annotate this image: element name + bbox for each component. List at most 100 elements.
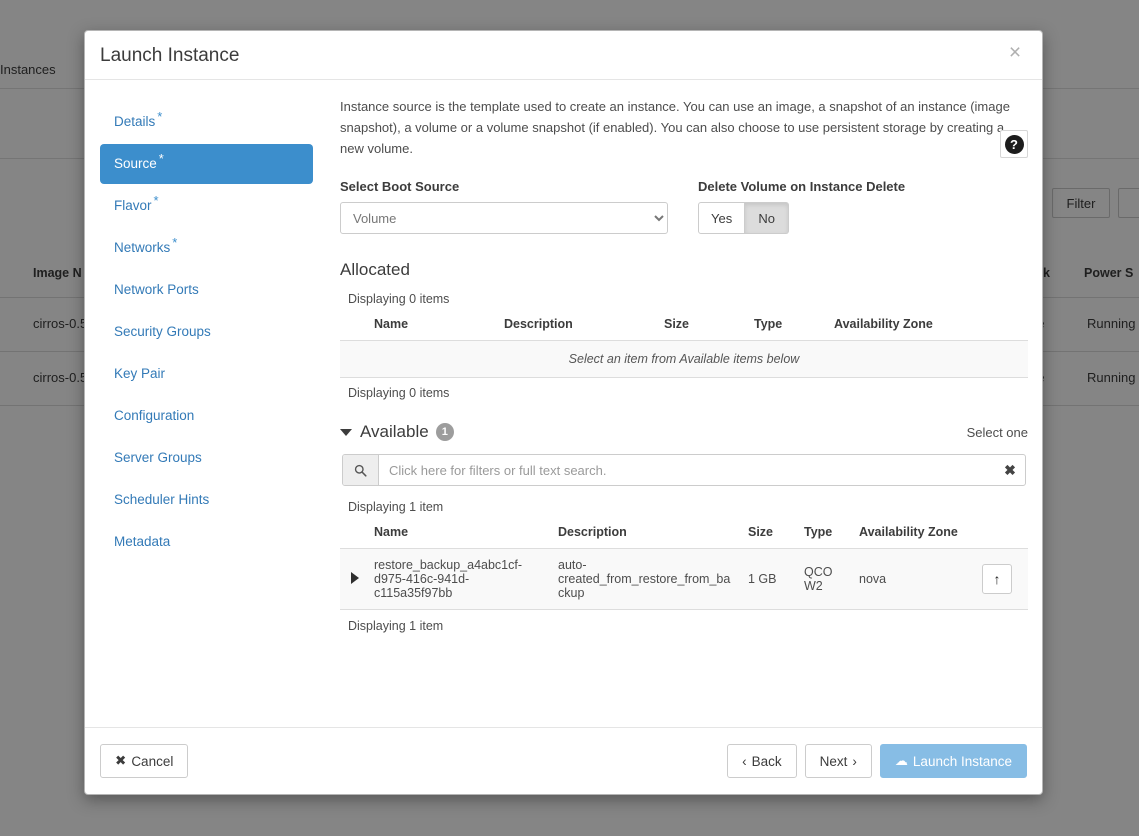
available-toggle[interactable]: Available 1 bbox=[340, 422, 454, 442]
chevron-left-icon: ‹ bbox=[742, 753, 747, 769]
nav-item-key-pair[interactable]: Key Pair bbox=[100, 354, 313, 394]
nav-item-details[interactable]: Details * bbox=[100, 102, 313, 142]
nav-item-label: Scheduler Hints bbox=[114, 492, 210, 507]
modal-body: ? Details * Source * Flavor * Networks * Net… bbox=[85, 80, 1042, 727]
allocated-empty-message: Select an item from Available items belo… bbox=[340, 340, 1028, 378]
available-col-action bbox=[966, 521, 1028, 549]
available-col-size: Size bbox=[748, 525, 774, 539]
allocated-col-spacer bbox=[340, 313, 366, 341]
available-search-bar[interactable]: ✖ bbox=[342, 454, 1026, 486]
nav-item-configuration[interactable]: Configuration bbox=[100, 396, 313, 436]
nav-item-network-ports[interactable]: Network Ports bbox=[100, 270, 313, 310]
cell-action: ↑ bbox=[966, 548, 1028, 610]
allocated-col-size: Size bbox=[664, 317, 690, 331]
close-x-icon: ✖ bbox=[115, 753, 127, 768]
nav-item-scheduler-hints[interactable]: Scheduler Hints bbox=[100, 480, 313, 520]
allocate-item-button[interactable]: ↑ bbox=[982, 564, 1012, 594]
source-description: Instance source is the template used to … bbox=[340, 99, 1010, 156]
search-icon bbox=[343, 455, 379, 485]
source-step-content: Instance source is the template used to … bbox=[340, 96, 1030, 727]
allocated-col-name: Name bbox=[374, 317, 409, 331]
allocated-col-description: Description bbox=[504, 317, 573, 331]
help-button[interactable]: ? bbox=[1000, 130, 1028, 158]
available-table-header-row: Name Description Size Type Availability … bbox=[340, 521, 1028, 549]
available-table: Name Description Size Type Availability … bbox=[340, 521, 1028, 610]
cell-size: 1 GB bbox=[740, 548, 796, 610]
close-icon[interactable]: × bbox=[1004, 42, 1026, 64]
available-count-top: Displaying 1 item bbox=[348, 500, 444, 514]
chevron-down-icon bbox=[340, 428, 352, 436]
nav-item-flavor[interactable]: Flavor * bbox=[100, 186, 313, 226]
delete-volume-toggle: Yes No bbox=[698, 202, 905, 234]
cloud-upload-icon: ☁ bbox=[894, 753, 908, 768]
available-col-availability-zone: Availability Zone bbox=[859, 525, 958, 539]
cell-name: restore_backup_a4abc1cf-d975-416c-941d-c… bbox=[366, 548, 550, 610]
next-button[interactable]: Next › bbox=[804, 744, 872, 778]
nav-item-security-groups[interactable]: Security Groups bbox=[100, 312, 313, 352]
nav-item-label: Server Groups bbox=[114, 450, 202, 465]
nav-item-label: Details bbox=[114, 114, 156, 129]
launch-instance-button-label: Launch Instance bbox=[912, 753, 1012, 769]
nav-item-label: Security Groups bbox=[114, 324, 211, 339]
nav-item-label: Networks bbox=[114, 240, 171, 255]
boot-source-label: Select Boot Source bbox=[340, 179, 460, 194]
help-icon: ? bbox=[1004, 134, 1024, 154]
nav-item-label: Flavor bbox=[114, 198, 152, 213]
chevron-right-icon bbox=[351, 571, 359, 584]
nav-item-label: Network Ports bbox=[114, 282, 199, 297]
nav-item-label: Metadata bbox=[114, 534, 171, 549]
expand-row-button[interactable] bbox=[340, 548, 366, 610]
boot-source-controls: Select Boot Source Volume Delete Volume … bbox=[340, 179, 1030, 234]
nav-item-metadata[interactable]: Metadata bbox=[100, 522, 313, 562]
allocated-table: Name Description Size Type Availability … bbox=[340, 313, 1028, 378]
allocated-count-bottom: Displaying 0 items bbox=[348, 386, 450, 400]
nav-item-label: Key Pair bbox=[114, 366, 166, 381]
nav-item-server-groups[interactable]: Server Groups bbox=[100, 438, 313, 478]
allocated-col-action bbox=[986, 313, 1028, 341]
clear-search-icon[interactable]: ✖ bbox=[995, 455, 1025, 485]
available-section-header: Available 1 Select one bbox=[340, 422, 1028, 442]
boot-source-select[interactable]: Volume bbox=[340, 202, 668, 234]
allocated-count-top: Displaying 0 items bbox=[348, 292, 450, 306]
launch-instance-button[interactable]: ☁ Launch Instance bbox=[879, 744, 1027, 778]
chevron-right-icon: › bbox=[852, 753, 857, 769]
nav-item-networks[interactable]: Networks * bbox=[100, 228, 313, 268]
search-input[interactable] bbox=[379, 455, 995, 485]
available-col-type: Type bbox=[804, 525, 833, 539]
delete-volume-no-button[interactable]: No bbox=[745, 202, 790, 234]
footer-actions: ‹ Back Next › ☁ Launch Instance bbox=[727, 744, 1027, 778]
cancel-button[interactable]: ✖ Cancel bbox=[100, 744, 189, 778]
nav-item-label: Source bbox=[114, 156, 157, 171]
cell-type: QCOW2 bbox=[796, 548, 851, 610]
cancel-button-label: Cancel bbox=[131, 753, 174, 769]
delete-volume-yes-button[interactable]: Yes bbox=[698, 202, 746, 234]
back-button[interactable]: ‹ Back bbox=[727, 744, 797, 778]
nav-item-label: Configuration bbox=[114, 408, 195, 423]
available-col-name: Name bbox=[374, 525, 409, 539]
required-asterisk: * bbox=[172, 234, 178, 250]
table-row[interactable]: restore_backup_a4abc1cf-d975-416c-941d-c… bbox=[340, 548, 1028, 610]
allocated-empty-row: Select an item from Available items belo… bbox=[340, 340, 1028, 378]
page-title: Launch Instance bbox=[100, 44, 240, 66]
modal-footer: ✖ Cancel ‹ Back Next › ☁ Launch Instance bbox=[85, 727, 1042, 794]
delete-volume-label: Delete Volume on Instance Delete bbox=[698, 179, 906, 194]
available-count-badge: 1 bbox=[435, 423, 454, 441]
cell-description: auto-created_from_restore_from_backup bbox=[550, 548, 740, 610]
nav-item-source[interactable]: Source * bbox=[100, 144, 313, 184]
select-one-hint: Select one bbox=[966, 424, 1028, 440]
available-count-bottom: Displaying 1 item bbox=[348, 619, 444, 633]
allocated-col-availability-zone: Availability Zone bbox=[834, 317, 933, 331]
boot-source-group: Select Boot Source Volume bbox=[340, 179, 668, 234]
next-button-label: Next bbox=[819, 753, 848, 769]
launch-instance-modal: Launch Instance × ? Details * Source * Fla… bbox=[84, 30, 1043, 795]
allocated-col-type: Type bbox=[754, 317, 783, 331]
required-asterisk: * bbox=[153, 192, 159, 208]
allocated-title: Allocated bbox=[340, 260, 410, 279]
allocated-table-header-row: Name Description Size Type Availability … bbox=[340, 313, 1028, 341]
available-col-description: Description bbox=[558, 525, 627, 539]
available-title: Available bbox=[360, 422, 429, 441]
required-asterisk: * bbox=[157, 108, 163, 124]
modal-header: Launch Instance × bbox=[85, 31, 1042, 80]
wizard-nav: Details * Source * Flavor * Networks * Netwo… bbox=[100, 102, 313, 564]
delete-volume-group: Delete Volume on Instance Delete Yes No bbox=[698, 179, 905, 234]
